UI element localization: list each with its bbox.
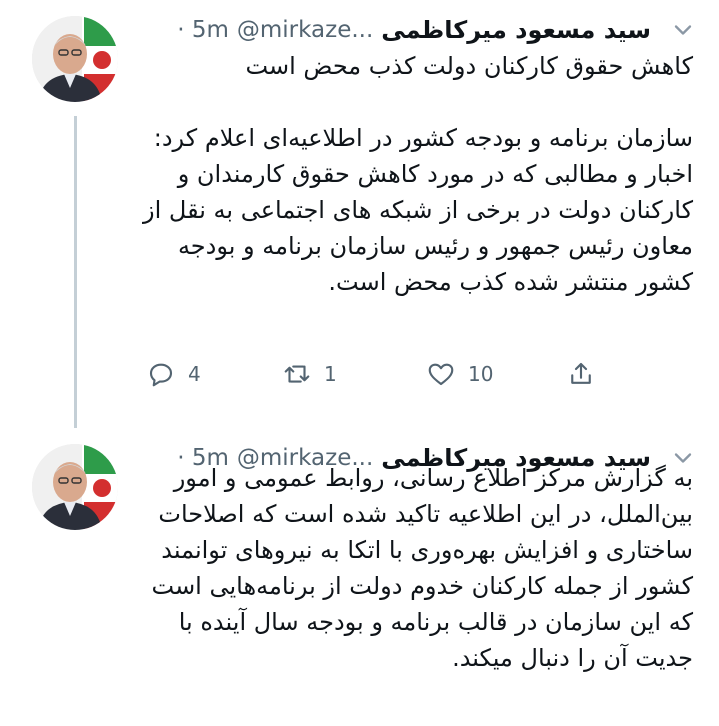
reply-count: 4 xyxy=(188,362,201,386)
tweet-time[interactable]: · 5m xyxy=(177,17,229,43)
retweet-count: 1 xyxy=(324,362,337,386)
tweet-actions: 4 1 10 xyxy=(146,356,616,392)
tweet[interactable]: سید مسعود میرکاظمی @mirkaze... · 5m به گ… xyxy=(0,428,719,726)
like-count: 10 xyxy=(468,362,494,386)
retweet-button[interactable]: 1 xyxy=(282,356,337,392)
share-icon xyxy=(566,359,596,389)
retweet-icon xyxy=(282,359,312,389)
avatar[interactable] xyxy=(32,444,118,530)
share-button[interactable] xyxy=(566,356,596,392)
tweet[interactable]: سید مسعود میرکاظمی @mirkaze... · 5m کاهش… xyxy=(0,0,719,428)
author-name[interactable]: سید مسعود میرکاظمی xyxy=(381,16,651,44)
avatar[interactable] xyxy=(32,16,118,102)
chevron-down-icon[interactable] xyxy=(669,16,697,44)
heart-icon xyxy=(426,359,456,389)
author-handle[interactable]: @mirkaze... xyxy=(237,17,373,43)
reply-button[interactable]: 4 xyxy=(146,356,201,392)
like-button[interactable]: 10 xyxy=(426,356,493,392)
tweet-header: سید مسعود میرکاظمی @mirkaze... · 5m xyxy=(177,12,651,48)
tweet-text: کاهش حقوق کارکنان دولت کذب محض است سازما… xyxy=(143,52,693,296)
reply-icon xyxy=(146,359,176,389)
tweet-text: به گزارش مرکز اطلاع رسانی، روابط عمومی و… xyxy=(151,464,694,672)
